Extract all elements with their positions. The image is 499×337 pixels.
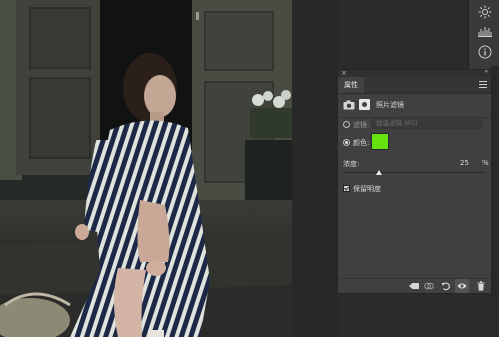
panel-tab-row: 属性 <box>338 77 491 94</box>
sun-icon[interactable] <box>478 5 492 19</box>
view-previous-state-icon[interactable] <box>424 281 434 291</box>
reset-icon[interactable] <box>441 281 451 291</box>
color-label: 颜色: <box>353 139 370 147</box>
density-label: 浓度: <box>343 160 360 168</box>
delete-trash-icon[interactable] <box>476 281 486 291</box>
right-dock <box>468 0 499 70</box>
density-unit: % <box>482 159 489 167</box>
photo-image <box>0 0 292 337</box>
filter-label: 滤镜: <box>353 121 370 129</box>
panel-bottom-toolbar <box>338 278 491 293</box>
panel-close-button[interactable]: × <box>341 69 347 77</box>
color-radio[interactable] <box>343 139 350 146</box>
adjustment-header: 照片滤镜 <box>343 99 483 111</box>
color-swatch[interactable] <box>371 133 389 150</box>
density-slider-track[interactable] <box>344 172 484 173</box>
preserve-luminosity-checkbox[interactable] <box>343 185 350 192</box>
panel-collapse-button[interactable]: » <box>484 68 488 75</box>
density-value[interactable]: 25 <box>460 159 469 167</box>
info-icon[interactable] <box>478 45 492 59</box>
mask-icon[interactable] <box>359 99 370 110</box>
filter-radio[interactable] <box>343 121 350 128</box>
document-canvas[interactable] <box>0 0 292 337</box>
panel-menu-icon[interactable] <box>479 80 487 89</box>
clip-to-layer-icon[interactable] <box>409 281 419 291</box>
dock-background <box>491 66 499 296</box>
preserve-luminosity-label: 保留明度 <box>353 185 381 193</box>
adjustment-title: 照片滤镜 <box>376 101 404 109</box>
filter-dropdown[interactable]: 加温滤镜 (85) <box>372 117 482 129</box>
camera-icon <box>343 100 355 110</box>
panel-title-bar[interactable]: × » <box>338 68 491 77</box>
tab-properties[interactable]: 属性 <box>338 77 364 93</box>
density-slider-handle[interactable] <box>376 170 382 175</box>
canvas-pasteboard <box>292 0 338 337</box>
visibility-eye-icon[interactable] <box>457 281 467 291</box>
levels-icon[interactable] <box>478 24 492 38</box>
properties-panel: × » 属性 照片滤镜 滤镜: 加温滤镜 (85) 颜色: 浓度: 25 % 保… <box>337 68 492 294</box>
